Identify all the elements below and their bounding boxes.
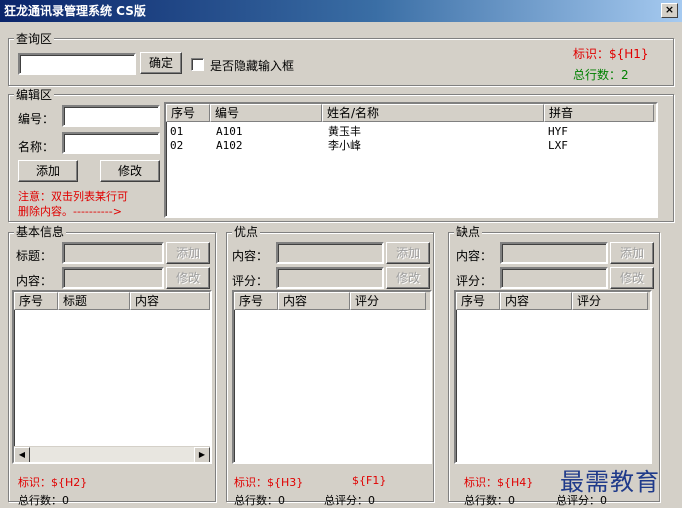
code-input[interactable]: [62, 105, 160, 127]
basic-hscrollbar[interactable]: ◀ ▶: [14, 446, 210, 462]
scroll-right-icon[interactable]: ▶: [194, 447, 210, 462]
query-legend: 查询区: [14, 32, 55, 46]
col-pinyin[interactable]: 拼音: [544, 104, 654, 122]
cell-code: A101: [216, 125, 243, 138]
basic-legend: 基本信息: [14, 225, 67, 239]
pros-list-header: 序号 内容 评分: [234, 292, 430, 310]
basic-title-input[interactable]: [62, 242, 164, 264]
close-icon: ×: [664, 3, 675, 16]
pros-list[interactable]: 序号 内容 评分: [232, 290, 432, 464]
cons-total-label: 总行数：0: [464, 494, 515, 507]
cell-pinyin: HYF: [548, 125, 568, 138]
name-input[interactable]: [62, 132, 160, 154]
col-content[interactable]: 内容: [278, 292, 350, 310]
basic-modify-button[interactable]: 修改: [166, 267, 210, 289]
cons-score-input[interactable]: [500, 267, 608, 289]
window-title: 狂龙通讯录管理系统 CS版: [4, 4, 146, 18]
pros-score-label: 评分：: [232, 274, 269, 288]
cons-list[interactable]: 序号 内容 评分: [454, 290, 652, 464]
col-index[interactable]: 序号: [456, 292, 500, 310]
watermark-text: 最需教育: [560, 468, 660, 496]
pros-score-total-label: 总评分：0: [324, 494, 375, 507]
pros-score-input[interactable]: [276, 267, 384, 289]
basic-id-label: 标识：${H2}: [18, 476, 88, 489]
cons-id-label: 标识：${H4}: [464, 476, 534, 489]
query-id-label: 标识：${H1}: [573, 47, 649, 61]
col-index[interactable]: 序号: [234, 292, 278, 310]
scroll-left-icon[interactable]: ◀: [14, 447, 30, 462]
cons-modify-button[interactable]: 修改: [610, 267, 654, 289]
cell-name: 黄玉丰: [328, 125, 361, 138]
cell-name: 李小峰: [328, 139, 361, 152]
cons-score-label: 评分：: [456, 274, 493, 288]
cons-add-button[interactable]: 添加: [610, 242, 654, 264]
pros-content-input[interactable]: [276, 242, 384, 264]
edit-legend: 编辑区: [14, 88, 55, 102]
col-code[interactable]: 编号: [210, 104, 322, 122]
table-row[interactable]: 01 A101 黄玉丰 HYF: [166, 125, 656, 139]
cell-index: 02: [170, 139, 184, 152]
delete-note-line2: 删除内容。---------->: [18, 205, 122, 218]
confirm-button[interactable]: 确定: [140, 52, 182, 74]
cons-content-input[interactable]: [500, 242, 608, 264]
contacts-list[interactable]: 序号 编号 姓名/名称 拼音 01 A101 黄玉丰 HYF 02 A102 李…: [164, 102, 658, 218]
col-content[interactable]: 内容: [500, 292, 572, 310]
close-button[interactable]: ×: [661, 3, 678, 18]
col-score[interactable]: 评分: [572, 292, 648, 310]
col-index[interactable]: 序号: [166, 104, 210, 122]
col-score[interactable]: 评分: [350, 292, 426, 310]
cell-index: 01: [170, 125, 184, 138]
contacts-list-header: 序号 编号 姓名/名称 拼音: [166, 104, 656, 122]
modify-button[interactable]: 修改: [100, 160, 160, 182]
pros-add-button[interactable]: 添加: [386, 242, 430, 264]
basic-content-input[interactable]: [62, 267, 164, 289]
col-name[interactable]: 姓名/名称: [322, 104, 544, 122]
basic-content-label: 内容：: [16, 274, 53, 288]
title-bar: 狂龙通讯录管理系统 CS版: [0, 0, 682, 22]
basic-add-button[interactable]: 添加: [166, 242, 210, 264]
table-row[interactable]: 02 A102 李小峰 LXF: [166, 139, 656, 153]
pros-f-label: ${F1}: [352, 474, 387, 487]
pros-legend: 优点: [232, 225, 261, 239]
cell-code: A102: [216, 139, 243, 152]
cons-legend: 缺点: [454, 225, 483, 239]
code-label: 编号：: [18, 112, 55, 126]
cons-list-header: 序号 内容 评分: [456, 292, 650, 310]
basic-title-label: 标题：: [16, 249, 53, 263]
query-input[interactable]: [18, 53, 136, 75]
hide-input-checkbox[interactable]: [191, 58, 204, 71]
pros-id-label: 标识：${H3}: [234, 476, 304, 489]
pros-content-label: 内容：: [232, 249, 269, 263]
col-index[interactable]: 序号: [14, 292, 58, 310]
pros-total-label: 总行数：0: [234, 494, 285, 507]
basic-total-label: 总行数：0: [18, 494, 69, 507]
basic-list-header: 序号 标题 内容: [14, 292, 210, 310]
pros-modify-button[interactable]: 修改: [386, 267, 430, 289]
basic-list[interactable]: 序号 标题 内容 ◀ ▶: [12, 290, 212, 464]
col-content[interactable]: 内容: [130, 292, 210, 310]
delete-note-line1: 注意：双击列表某行可: [18, 190, 128, 203]
add-button[interactable]: 添加: [18, 160, 78, 182]
cons-content-label: 内容：: [456, 249, 493, 263]
col-title[interactable]: 标题: [58, 292, 130, 310]
query-total-label: 总行数：2: [573, 68, 629, 82]
cell-pinyin: LXF: [548, 139, 568, 152]
hide-input-label: 是否隐藏输入框: [210, 59, 295, 73]
name-label: 名称：: [18, 140, 55, 154]
